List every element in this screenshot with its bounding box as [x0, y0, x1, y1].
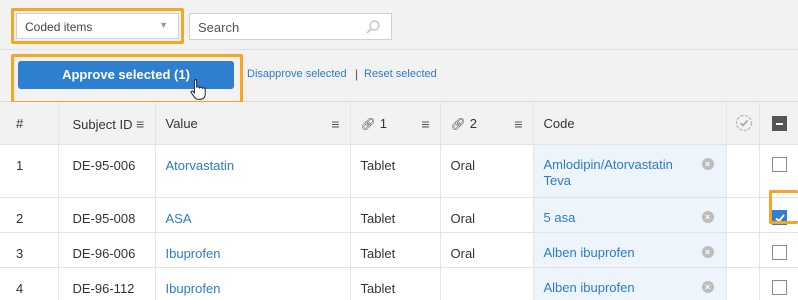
cell-code: Alben ibuprofen × — [533, 267, 727, 300]
cell-select — [759, 267, 798, 300]
cell-route: Oral — [440, 144, 534, 198]
cell-code: Amlodipin/Atorvastatin Teva × — [533, 144, 727, 198]
filter-select[interactable]: Coded items ▼ — [16, 13, 179, 39]
cell-route: Oral — [440, 232, 534, 268]
cell-status — [726, 232, 760, 268]
menu-icon[interactable]: ≡ — [136, 116, 144, 132]
search-icon — [366, 20, 380, 34]
cell-number: 2 — [0, 197, 59, 233]
column-header-subject-id[interactable]: Subject ID ≡ — [58, 102, 156, 145]
checkbox-indeterminate-icon[interactable] — [771, 116, 787, 131]
cell-subject-id: DE-95-008 — [58, 197, 156, 233]
cell-number: 3 — [0, 232, 59, 268]
disapprove-selected-link[interactable]: Disapprove selected — [247, 68, 347, 80]
cell-status — [726, 144, 760, 198]
cell-code: Alben ibuprofen × — [533, 232, 727, 268]
close-icon[interactable]: × — [701, 157, 714, 170]
cell-number: 1 — [0, 144, 59, 198]
cell-form: Tablet — [350, 232, 441, 268]
select-all-checkbox-cell — [759, 102, 798, 145]
cell-code: 5 asa × — [533, 197, 727, 233]
cell-value-link[interactable]: Ibuprofen — [155, 267, 351, 300]
cell-form: Tablet — [350, 197, 441, 233]
action-separator: | — [355, 67, 359, 81]
table-row[interactable]: 3 DE-96-006 Ibuprofen Tablet Oral Alben ibupr… — [0, 232, 798, 268]
code-link[interactable]: Amlodipin/Atorvastatin Teva — [544, 157, 673, 188]
row-checkbox[interactable] — [771, 279, 787, 295]
link-icon: 🔗︎ — [360, 117, 376, 131]
row-checkbox[interactable] — [771, 244, 787, 260]
cell-form: Tablet — [350, 267, 441, 300]
code-link[interactable]: 5 asa — [544, 210, 576, 225]
column-header-link-1[interactable]: 🔗︎ 1 ≡ — [350, 102, 441, 145]
column-header-status[interactable] — [726, 102, 760, 145]
search-placeholder: Search — [198, 20, 240, 35]
table-header-row: # Subject ID ≡ Value ≡ 🔗︎ 1 ≡ 🔗︎ 2 ≡ Code — [0, 102, 798, 145]
code-link[interactable]: Alben ibuprofen — [544, 280, 635, 295]
cell-subject-id: DE-96-112 — [58, 267, 156, 300]
table-row[interactable]: 4 DE-96-112 Ibuprofen Tablet Alben ibuprofen… — [0, 267, 798, 300]
menu-icon[interactable]: ≡ — [331, 116, 339, 132]
row-checkbox[interactable] — [771, 156, 787, 172]
column-header-number[interactable]: # — [0, 102, 59, 145]
cell-status — [726, 267, 760, 300]
cell-subject-id: DE-95-006 — [58, 144, 156, 198]
column-header-code[interactable]: Code — [533, 102, 727, 145]
menu-icon[interactable]: ≡ — [514, 116, 522, 132]
table-row[interactable]: 2 DE-95-008 ASA Tablet Oral 5 asa × — [0, 197, 798, 233]
cell-select — [759, 232, 798, 268]
column-header-value[interactable]: Value ≡ — [155, 102, 351, 145]
coded-items-table: # Subject ID ≡ Value ≡ 🔗︎ 1 ≡ 🔗︎ 2 ≡ Code — [0, 102, 798, 300]
table-row[interactable]: 1 DE-95-006 Atorvastatin Tablet Oral Amlodipi… — [0, 144, 798, 198]
menu-icon[interactable]: ≡ — [421, 116, 429, 132]
chevron-down-icon: ▼ — [159, 20, 168, 30]
column-header-label: Subject ID — [72, 117, 133, 132]
cell-route — [440, 267, 534, 300]
column-header-label: Value — [165, 116, 198, 131]
search-input[interactable]: Search — [189, 13, 392, 40]
cell-subject-id: DE-96-006 — [58, 232, 156, 268]
close-icon[interactable]: × — [701, 210, 714, 223]
cell-status — [726, 197, 760, 233]
cell-form: Tablet — [350, 144, 441, 198]
column-header-label: Code — [543, 116, 575, 131]
reset-selected-link[interactable]: Reset selected — [364, 68, 437, 80]
checkbox-highlight — [769, 190, 798, 224]
link-icon: 🔗︎ — [450, 117, 466, 131]
cell-value-link[interactable]: ASA — [155, 197, 351, 233]
code-link[interactable]: Alben ibuprofen — [544, 245, 635, 260]
filter-select-value: Coded items — [25, 20, 93, 34]
check-circle-icon — [735, 114, 752, 132]
close-icon[interactable]: × — [701, 245, 714, 258]
hand-pointer-icon — [190, 79, 206, 100]
column-header-label: 1 — [379, 116, 387, 131]
cell-route: Oral — [440, 197, 534, 233]
cell-value-link[interactable]: Ibuprofen — [155, 232, 351, 268]
column-header-link-2[interactable]: 🔗︎ 2 ≡ — [440, 102, 534, 145]
column-header-label: 2 — [469, 116, 477, 131]
cell-number: 4 — [0, 267, 59, 300]
cell-value-link[interactable]: Atorvastatin — [155, 144, 351, 198]
column-header-label: # — [16, 116, 24, 131]
close-icon[interactable]: × — [701, 280, 714, 293]
